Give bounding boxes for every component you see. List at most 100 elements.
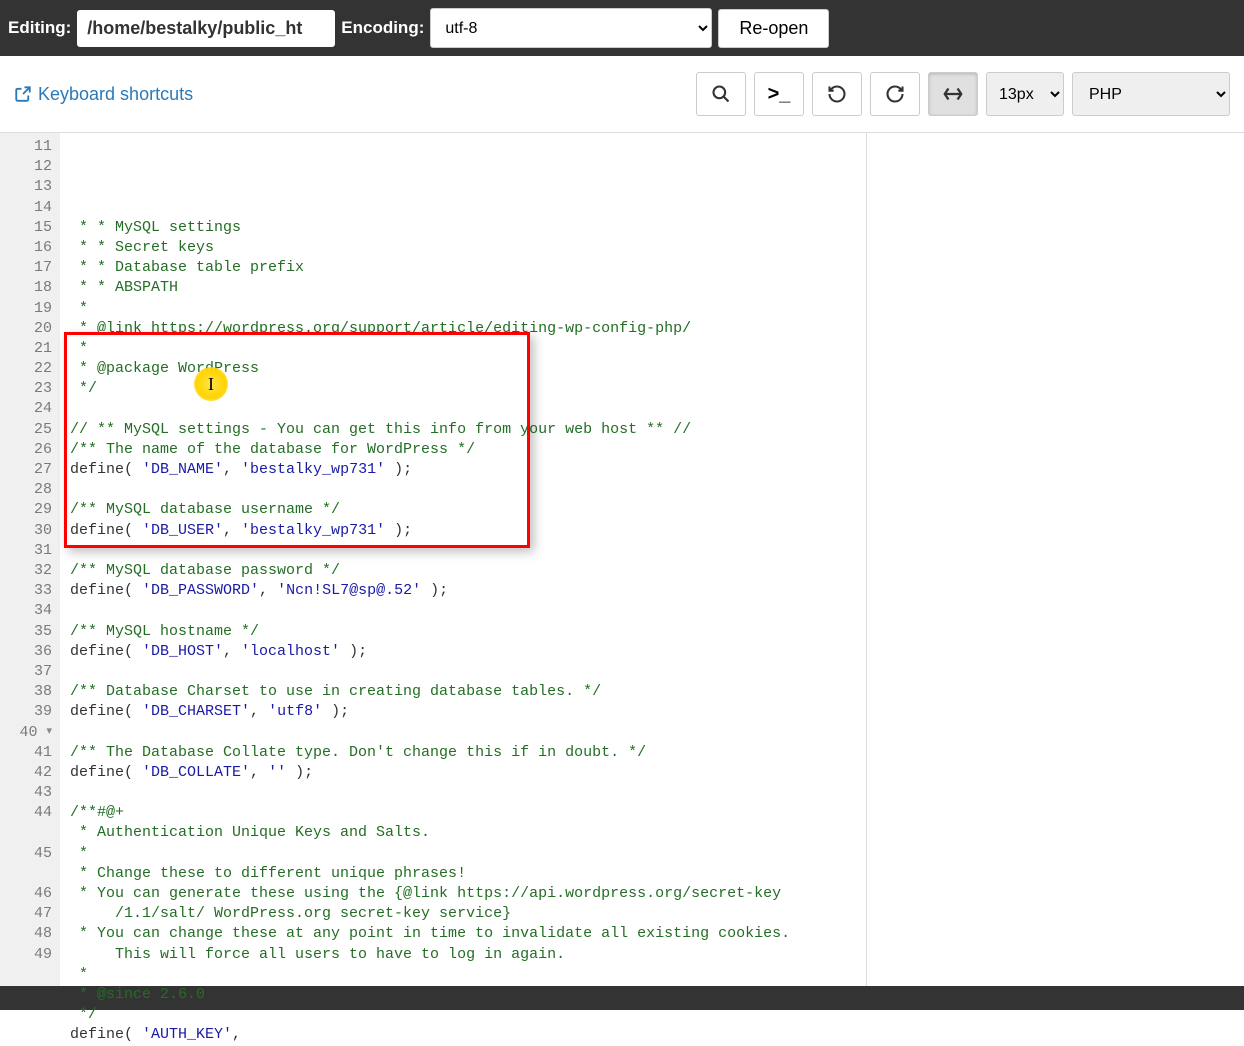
gutter-line[interactable]: 17 (4, 258, 52, 278)
redo-button[interactable] (870, 72, 920, 116)
code-line[interactable]: * You can change these at any point in t… (70, 924, 866, 944)
code-line[interactable]: * Change these to different unique phras… (70, 864, 866, 884)
reopen-button[interactable]: Re-open (718, 9, 829, 48)
gutter-line[interactable]: 46 (4, 884, 52, 904)
code-line[interactable]: /** MySQL database password */ (70, 561, 866, 581)
gutter-line[interactable]: 42 (4, 763, 52, 783)
wrap-toggle-button[interactable] (928, 72, 978, 116)
gutter-line[interactable]: 38 (4, 682, 52, 702)
code-line[interactable]: // ** MySQL settings - You can get this … (70, 420, 866, 440)
gutter-line[interactable]: 14 (4, 198, 52, 218)
code-line[interactable]: define( 'DB_HOST', 'localhost' ); (70, 642, 866, 662)
code-line[interactable]: * (70, 299, 866, 319)
code-line[interactable]: define( 'DB_USER', 'bestalky_wp731' ); (70, 521, 866, 541)
encoding-select[interactable]: utf-8 (430, 8, 712, 48)
external-link-icon (14, 85, 32, 103)
code-line[interactable]: * You can generate these using the {@lin… (70, 884, 866, 904)
gutter-line[interactable]: 19 (4, 299, 52, 319)
code-line[interactable]: /1.1/salt/ WordPress.org secret-key serv… (70, 904, 866, 924)
code-line[interactable]: */ (70, 379, 866, 399)
search-button[interactable] (696, 72, 746, 116)
code-line[interactable]: define( 'DB_PASSWORD', 'Ncn!SL7@sp@.52' … (70, 581, 866, 601)
code-line[interactable]: /** The Database Collate type. Don't cha… (70, 743, 866, 763)
editor: 1112131415161718192021222324252627282930… (0, 133, 1244, 986)
gutter-line[interactable]: 25 (4, 420, 52, 440)
gutter-line[interactable]: 43 (4, 783, 52, 803)
code-area[interactable]: * * MySQL settings * * Secret keys * * D… (60, 133, 866, 986)
code-line[interactable]: * (70, 844, 866, 864)
gutter-line[interactable]: 13 (4, 177, 52, 197)
code-line[interactable] (70, 400, 866, 420)
code-line[interactable]: * Authentication Unique Keys and Salts. (70, 823, 866, 843)
code-line[interactable] (70, 601, 866, 621)
gutter-line[interactable] (4, 823, 52, 843)
gutter-line[interactable]: 35 (4, 622, 52, 642)
gutter-line[interactable]: 45 (4, 844, 52, 864)
gutter-line[interactable]: 24 (4, 399, 52, 419)
gutter-line[interactable]: 48 (4, 924, 52, 944)
gutter-line[interactable]: 37 (4, 662, 52, 682)
terminal-button[interactable]: >_ (754, 72, 804, 116)
gutter-line[interactable] (4, 864, 52, 884)
gutter-line[interactable]: 41 (4, 743, 52, 763)
gutter-line[interactable]: 49 (4, 945, 52, 965)
code-line[interactable]: This will force all users to have to log… (70, 945, 866, 965)
code-line[interactable]: define( 'AUTH_KEY', (70, 1025, 866, 1045)
code-line[interactable]: * @package WordPress (70, 359, 866, 379)
code-line[interactable]: define( 'DB_NAME', 'bestalky_wp731' ); (70, 460, 866, 480)
gutter-line[interactable]: 22 (4, 359, 52, 379)
gutter-line[interactable]: 39 (4, 702, 52, 722)
code-line[interactable]: * * ABSPATH (70, 278, 866, 298)
keyboard-shortcuts-label: Keyboard shortcuts (38, 84, 193, 105)
gutter-line[interactable]: 40 ▾ (4, 722, 52, 742)
code-line[interactable] (70, 783, 866, 803)
code-line[interactable]: * (70, 339, 866, 359)
language-select[interactable]: PHP (1072, 72, 1230, 116)
gutter-line[interactable]: 34 (4, 601, 52, 621)
code-line[interactable]: * * Secret keys (70, 238, 866, 258)
gutter-line[interactable]: 11 (4, 137, 52, 157)
gutter-line[interactable]: 12 (4, 157, 52, 177)
line-gutter[interactable]: 1112131415161718192021222324252627282930… (0, 133, 60, 986)
code-line[interactable]: * @since 2.6.0 (70, 985, 866, 1005)
gutter-line[interactable]: 33 (4, 581, 52, 601)
gutter-line[interactable]: 23 (4, 379, 52, 399)
code-line[interactable]: * * MySQL settings (70, 218, 866, 238)
gutter-line[interactable]: 44 (4, 803, 52, 823)
undo-button[interactable] (812, 72, 862, 116)
path-input[interactable] (77, 10, 335, 47)
wrap-icon (942, 83, 964, 105)
gutter-line[interactable]: 29 (4, 500, 52, 520)
code-line[interactable]: define( 'DB_COLLATE', '' ); (70, 763, 866, 783)
gutter-line[interactable]: 31 (4, 541, 52, 561)
gutter-line[interactable]: 28 (4, 480, 52, 500)
gutter-line[interactable]: 47 (4, 904, 52, 924)
gutter-line[interactable]: 30 (4, 521, 52, 541)
keyboard-shortcuts-link[interactable]: Keyboard shortcuts (14, 84, 193, 105)
gutter-line[interactable]: 18 (4, 278, 52, 298)
fontsize-select[interactable]: 13px (986, 72, 1064, 116)
code-line[interactable]: * * Database table prefix (70, 258, 866, 278)
gutter-line[interactable]: 32 (4, 561, 52, 581)
code-line[interactable]: /** The name of the database for WordPre… (70, 440, 866, 460)
code-line[interactable]: * @link https://wordpress.org/support/ar… (70, 319, 866, 339)
code-line[interactable]: * (70, 965, 866, 985)
code-line[interactable]: define( 'DB_CHARSET', 'utf8' ); (70, 702, 866, 722)
gutter-line[interactable]: 16 (4, 238, 52, 258)
code-line[interactable]: /** MySQL hostname */ (70, 622, 866, 642)
gutter-line[interactable]: 27 (4, 460, 52, 480)
gutter-line[interactable]: 15 (4, 218, 52, 238)
code-line[interactable] (70, 541, 866, 561)
code-line[interactable]: */ (70, 1005, 866, 1025)
encoding-label: Encoding: (341, 18, 424, 38)
code-line[interactable] (70, 662, 866, 682)
gutter-line[interactable]: 21 (4, 339, 52, 359)
gutter-line[interactable]: 36 (4, 642, 52, 662)
code-line[interactable]: /**#@+ (70, 803, 866, 823)
code-line[interactable] (70, 723, 866, 743)
code-line[interactable]: /** MySQL database username */ (70, 500, 866, 520)
code-line[interactable] (70, 480, 866, 500)
gutter-line[interactable]: 26 (4, 440, 52, 460)
gutter-line[interactable]: 20 (4, 319, 52, 339)
code-line[interactable]: /** Database Charset to use in creating … (70, 682, 866, 702)
